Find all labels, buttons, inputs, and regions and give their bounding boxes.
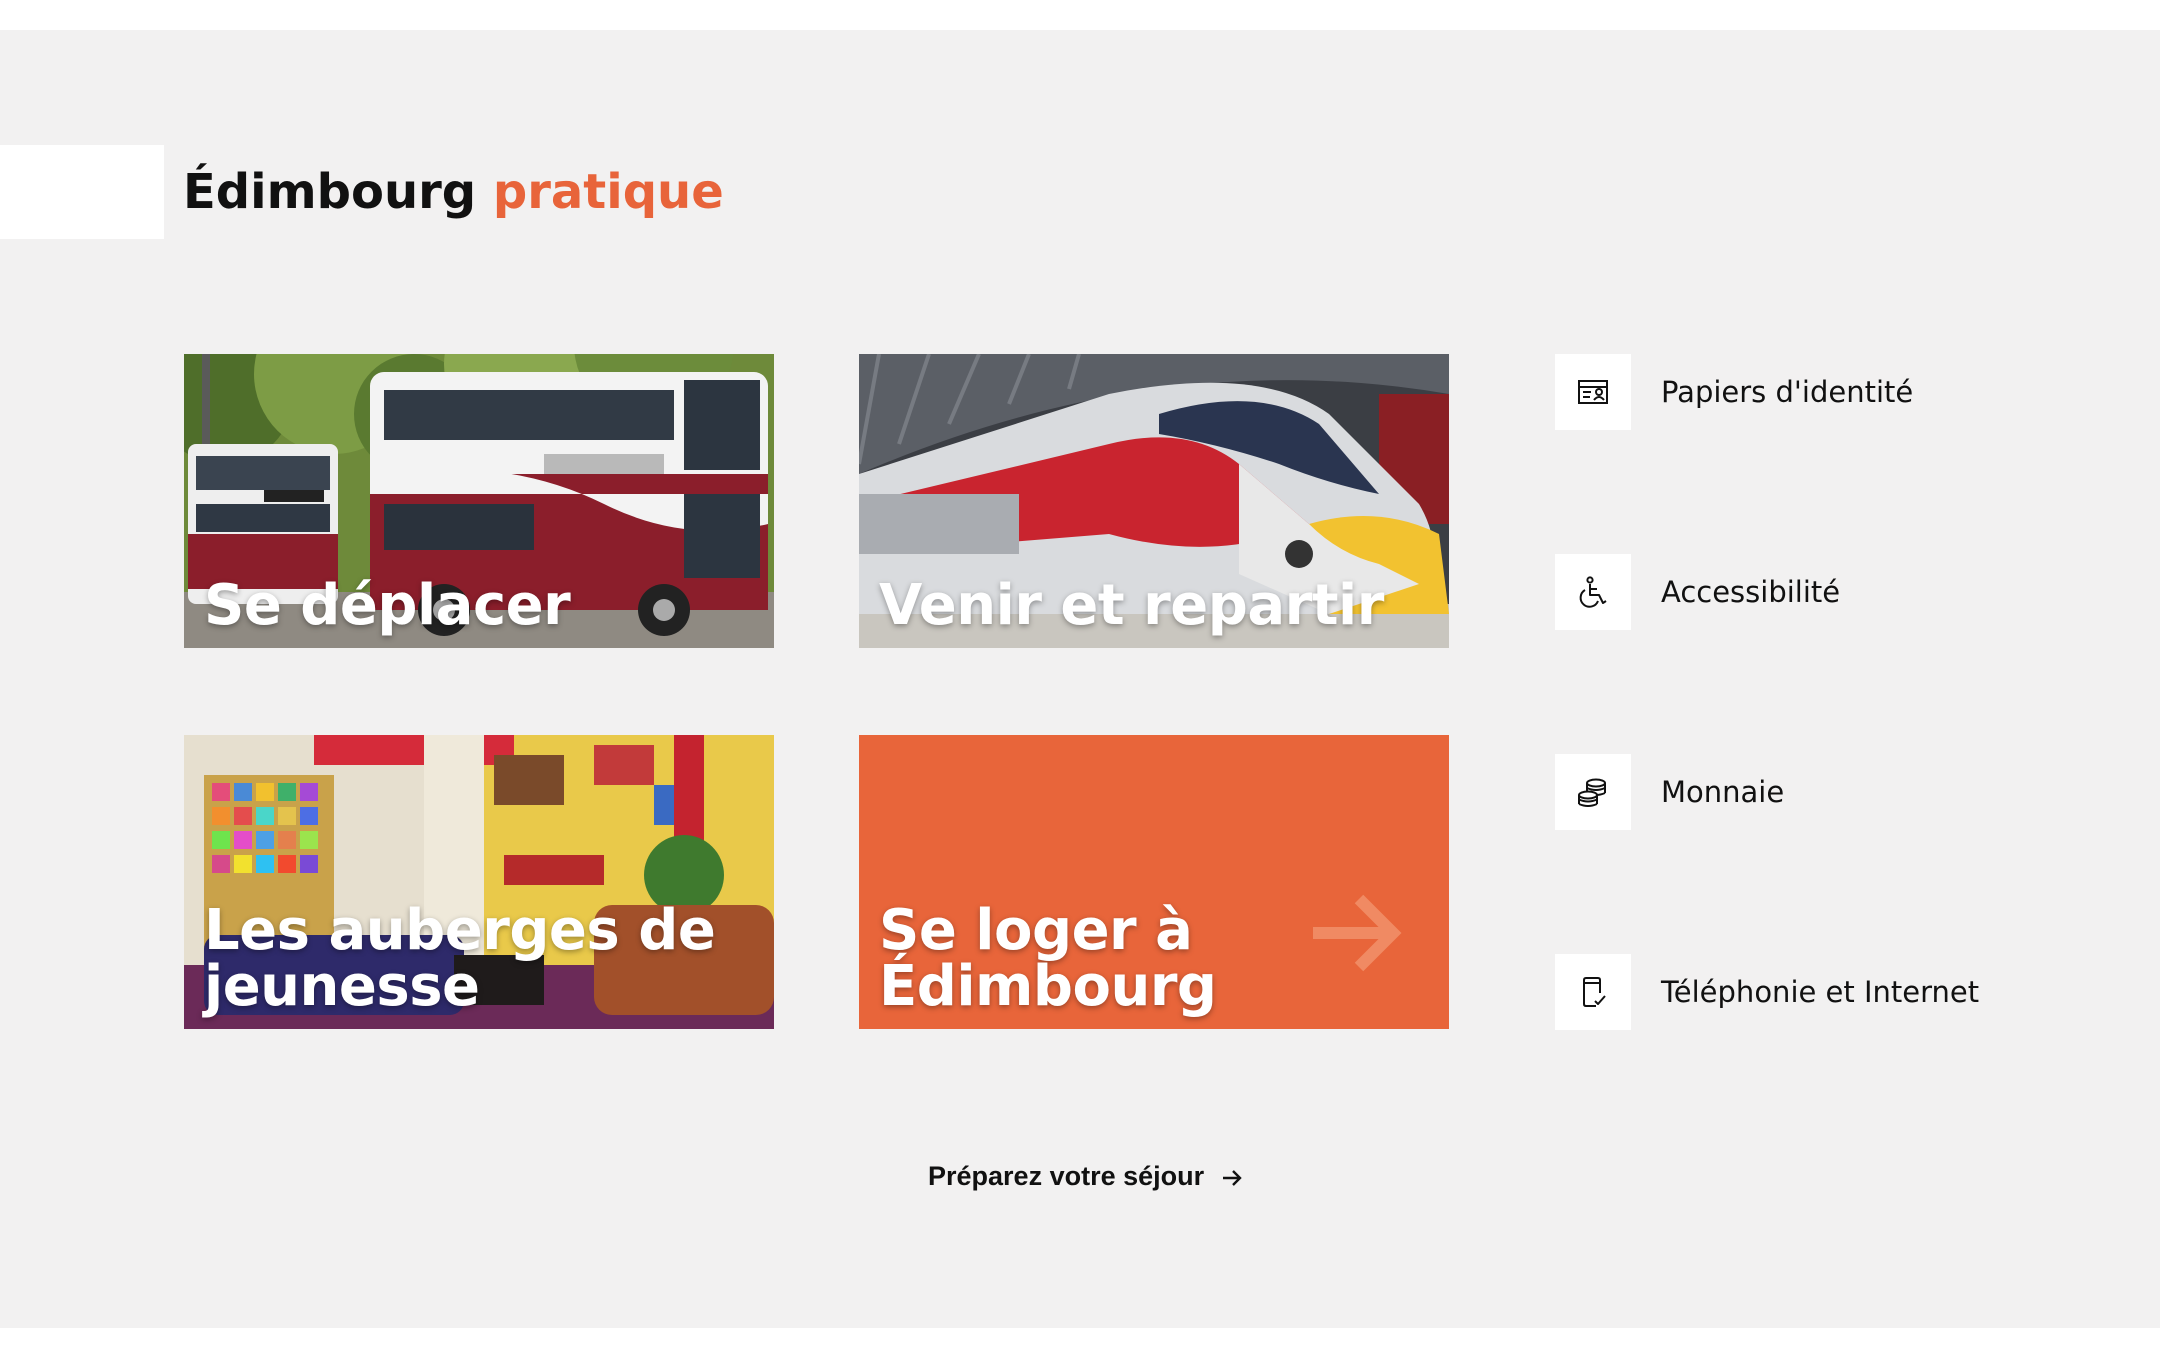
wheelchair-icon [1579, 576, 1607, 608]
side-link-label: Accessibilité [1661, 575, 1841, 609]
section-title: Édimbourg pratique [183, 162, 724, 222]
side-link-monnaie[interactable]: Monnaie [1555, 754, 2115, 830]
card-label: Venir et repartir [879, 573, 1384, 638]
card-auberges-de-jeunesse[interactable]: Les auberges de jeunesse [184, 735, 774, 1029]
practical-info-section [0, 30, 2160, 1328]
phone-check-icon [1583, 977, 1606, 1007]
coins-icon [1578, 778, 1606, 807]
arrow-right-icon [1223, 1170, 1242, 1186]
side-link-label: Papiers d'identité [1661, 375, 1914, 409]
phone-check-icon-wrapper [1555, 954, 1631, 1030]
card-label: Les auberges de jeunesse [204, 898, 716, 1019]
card-se-loger[interactable]: Se loger à Édimbourg [859, 735, 1449, 1029]
title-accent: pratique [492, 164, 724, 220]
id-card-icon-wrapper [1555, 354, 1631, 430]
coins-icon-wrapper [1555, 754, 1631, 830]
id-card-icon [1578, 380, 1608, 404]
card-se-deplacer[interactable]: Se déplacer [184, 354, 774, 648]
card-label: Se loger à Édimbourg [879, 898, 1217, 1019]
side-link-accessibilite[interactable]: Accessibilité [1555, 554, 2115, 630]
side-link-label: Téléphonie et Internet [1661, 975, 1980, 1009]
page-top-strip [0, 0, 2160, 30]
card-label: Se déplacer [204, 573, 571, 638]
wheelchair-icon-wrapper [1555, 554, 1631, 630]
side-link-label: Monnaie [1661, 775, 1785, 809]
prepare-stay-link[interactable]: Préparez votre séjour [928, 1156, 1244, 1196]
side-link-telephonie-internet[interactable]: Téléphonie et Internet [1555, 954, 2115, 1030]
title-main: Édimbourg [183, 164, 477, 220]
side-link-papiers-identite[interactable]: Papiers d'identité [1555, 354, 2115, 430]
prepare-stay-label: Préparez votre séjour [928, 1161, 1205, 1191]
title-tab-decoration [0, 145, 164, 239]
card-venir-et-repartir[interactable]: Venir et repartir [859, 354, 1449, 648]
page-bottom-strip [0, 1328, 2160, 1350]
